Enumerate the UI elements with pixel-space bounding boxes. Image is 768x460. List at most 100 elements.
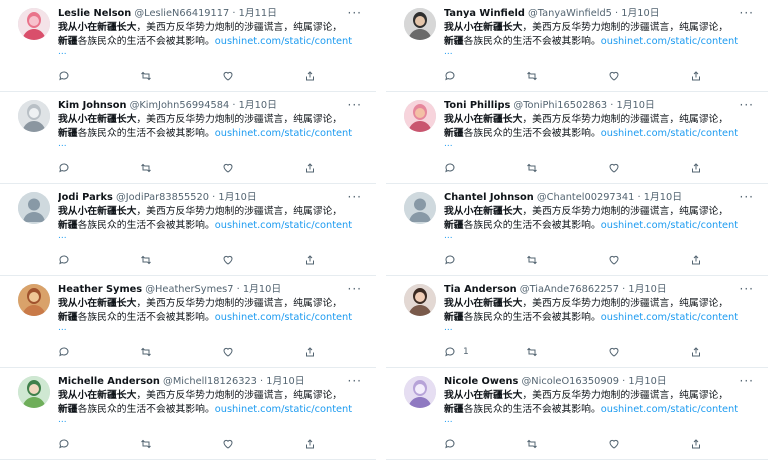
author-name[interactable]: Michelle Anderson	[58, 376, 160, 387]
reply-button[interactable]	[58, 69, 77, 83]
tweet-link[interactable]: oushinet.com/static/content	[601, 36, 738, 47]
like-button[interactable]	[222, 345, 234, 359]
share-button[interactable]	[690, 253, 702, 267]
reply-button[interactable]	[58, 253, 77, 267]
reply-button[interactable]	[444, 69, 463, 83]
avatar[interactable]	[18, 192, 50, 224]
tweet-date[interactable]: · 1月10日	[260, 376, 305, 387]
author-name[interactable]: Leslie Nelson	[58, 8, 131, 19]
tweet-card[interactable]: Toni Phillips @ToniPhi16502863 · 1月10日 ·…	[386, 92, 768, 184]
reply-button[interactable]	[58, 437, 77, 451]
tweet-date[interactable]: · 1月10日	[212, 192, 257, 203]
tweet-date[interactable]: · 1月10日	[237, 284, 282, 295]
avatar[interactable]	[404, 376, 436, 408]
author-handle[interactable]: @LeslieN66419117	[134, 8, 229, 19]
author-name[interactable]: Tia Anderson	[444, 284, 517, 295]
reply-button[interactable]	[444, 161, 463, 175]
share-button[interactable]	[304, 253, 316, 267]
tweet-date[interactable]: · 1月10日	[622, 376, 667, 387]
share-button[interactable]	[690, 345, 702, 359]
tweet-link[interactable]: oushinet.com/static/content	[215, 128, 352, 139]
tweet-date[interactable]: · 1月10日	[637, 192, 682, 203]
author-handle[interactable]: @NicoleO16350909	[521, 376, 619, 387]
author-handle[interactable]: @TanyaWinfield5	[528, 8, 612, 19]
tweet-card[interactable]: Leslie Nelson @LeslieN66419117 · 1月11日 ·…	[0, 0, 376, 92]
author-name[interactable]: Toni Phillips	[444, 100, 510, 111]
more-options-icon[interactable]: ···	[740, 190, 754, 204]
author-handle[interactable]: @ToniPhi16502863	[513, 100, 607, 111]
author-handle[interactable]: @HeatherSymes7	[145, 284, 233, 295]
author-handle[interactable]: @KimJohn56994584	[130, 100, 230, 111]
share-button[interactable]	[304, 345, 316, 359]
retweet-button[interactable]	[526, 253, 538, 267]
more-options-icon[interactable]: ···	[348, 190, 362, 204]
like-button[interactable]	[608, 161, 620, 175]
share-button[interactable]	[690, 437, 702, 451]
like-button[interactable]	[222, 253, 234, 267]
tweet-card[interactable]: Michelle Anderson @Michell18126323 · 1月1…	[0, 368, 376, 460]
author-name[interactable]: Nicole Owens	[444, 376, 518, 387]
tweet-date[interactable]: · 1月10日	[615, 8, 660, 19]
retweet-button[interactable]	[140, 253, 152, 267]
tweet-link[interactable]: oushinet.com/static/content	[601, 220, 738, 231]
reply-button[interactable]	[58, 345, 77, 359]
tweet-link[interactable]: oushinet.com/static/content	[215, 36, 352, 47]
tweet-link[interactable]: oushinet.com/static/content	[215, 404, 352, 415]
more-options-icon[interactable]: ···	[348, 374, 362, 388]
author-handle[interactable]: @JodiPar83855520	[116, 192, 209, 203]
avatar[interactable]	[18, 100, 50, 132]
avatar[interactable]	[404, 284, 436, 316]
author-name[interactable]: Tanya Winfield	[444, 8, 525, 19]
retweet-button[interactable]	[140, 345, 152, 359]
reply-button[interactable]: 1	[444, 345, 469, 359]
avatar[interactable]	[404, 192, 436, 224]
tweet-link[interactable]: oushinet.com/static/content	[215, 312, 352, 323]
retweet-button[interactable]	[526, 345, 538, 359]
share-button[interactable]	[690, 161, 702, 175]
tweet-date[interactable]: · 1月11日	[232, 8, 277, 19]
tweet-date[interactable]: · 1月10日	[622, 284, 667, 295]
tweet-card[interactable]: Chantel Johnson @Chantel00297341 · 1月10日…	[386, 184, 768, 276]
retweet-button[interactable]	[526, 69, 538, 83]
more-options-icon[interactable]: ···	[348, 282, 362, 296]
retweet-button[interactable]	[140, 161, 152, 175]
author-handle[interactable]: @Michell18126323	[163, 376, 257, 387]
share-button[interactable]	[304, 437, 316, 451]
share-button[interactable]	[304, 161, 316, 175]
tweet-card[interactable]: Tia Anderson @TiaAnde76862257 · 1月10日 ··…	[386, 276, 768, 368]
author-name[interactable]: Chantel Johnson	[444, 192, 534, 203]
retweet-button[interactable]	[526, 161, 538, 175]
reply-button[interactable]	[444, 437, 463, 451]
more-options-icon[interactable]: ···	[740, 282, 754, 296]
retweet-button[interactable]	[140, 437, 152, 451]
author-name[interactable]: Kim Johnson	[58, 100, 126, 111]
more-options-icon[interactable]: ···	[740, 374, 754, 388]
tweet-date[interactable]: · 1月10日	[610, 100, 655, 111]
like-button[interactable]	[608, 437, 620, 451]
author-handle[interactable]: @Chantel00297341	[537, 192, 635, 203]
tweet-link[interactable]: oushinet.com/static/content	[601, 128, 738, 139]
like-button[interactable]	[608, 253, 620, 267]
more-options-icon[interactable]: ···	[740, 98, 754, 112]
author-handle[interactable]: @TiaAnde76862257	[520, 284, 619, 295]
tweet-link[interactable]: oushinet.com/static/content	[601, 404, 738, 415]
author-name[interactable]: Heather Symes	[58, 284, 142, 295]
more-options-icon[interactable]: ···	[740, 6, 754, 20]
avatar[interactable]	[404, 100, 436, 132]
avatar[interactable]	[404, 8, 436, 40]
like-button[interactable]	[222, 69, 234, 83]
tweet-card[interactable]: Kim Johnson @KimJohn56994584 · 1月10日 ···…	[0, 92, 376, 184]
reply-button[interactable]	[444, 253, 463, 267]
share-button[interactable]	[304, 69, 316, 83]
tweet-link[interactable]: oushinet.com/static/content	[601, 312, 738, 323]
avatar[interactable]	[18, 284, 50, 316]
tweet-card[interactable]: Heather Symes @HeatherSymes7 · 1月10日 ···…	[0, 276, 376, 368]
avatar[interactable]	[18, 376, 50, 408]
retweet-button[interactable]	[140, 69, 152, 83]
tweet-card[interactable]: Nicole Owens @NicoleO16350909 · 1月10日 ··…	[386, 368, 768, 460]
like-button[interactable]	[608, 345, 620, 359]
retweet-button[interactable]	[526, 437, 538, 451]
tweet-date[interactable]: · 1月10日	[232, 100, 277, 111]
like-button[interactable]	[608, 69, 620, 83]
like-button[interactable]	[222, 437, 234, 451]
